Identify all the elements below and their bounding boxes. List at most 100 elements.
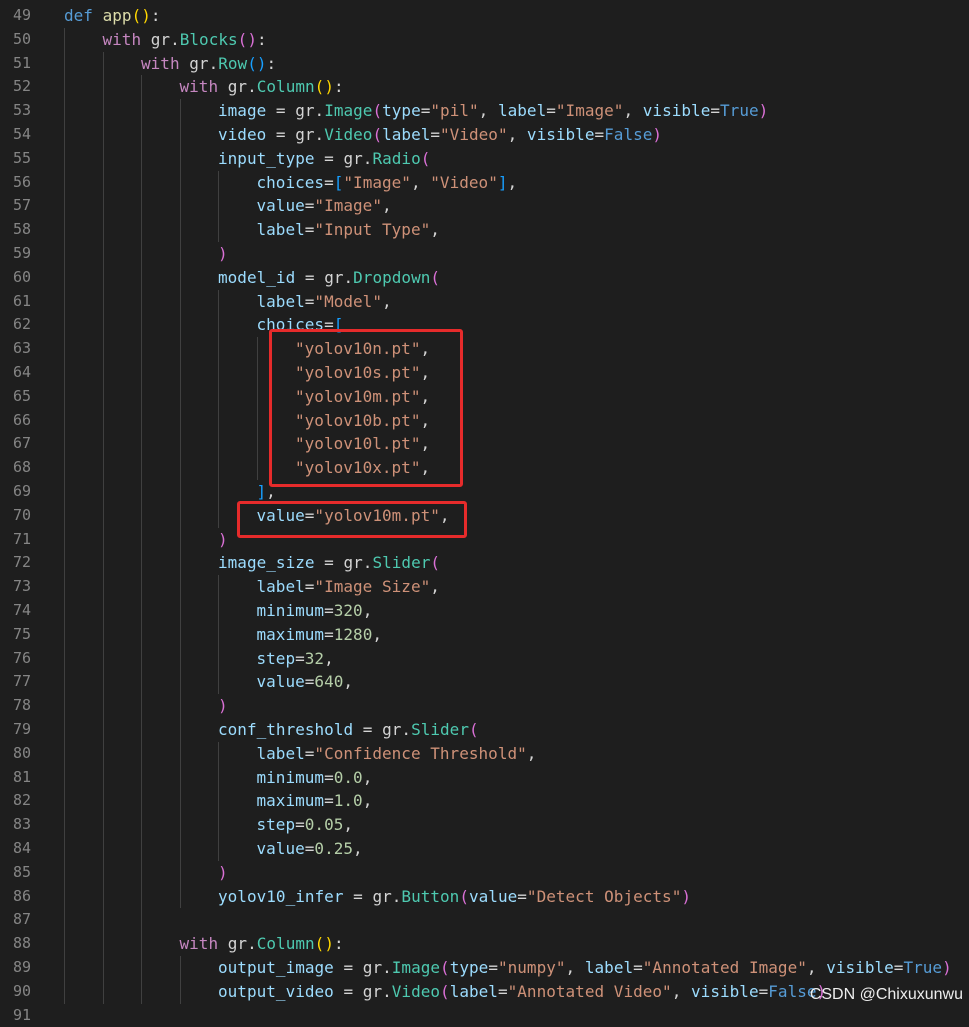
code-token: ( — [314, 77, 325, 97]
code-token: , — [507, 172, 518, 192]
code-line: 59) — [0, 242, 969, 266]
line-number: 86 — [12, 886, 31, 905]
code-line: 63 "yolov10n.pt", — [0, 337, 969, 361]
line-number: 61 — [12, 291, 31, 310]
line-code: label="Image Size", — [257, 575, 440, 599]
code-line: 84 value=0.25, — [0, 837, 969, 861]
code-token: : — [266, 53, 277, 73]
line-code: ], — [257, 480, 276, 504]
code-token: "Video" — [430, 172, 498, 192]
code-token: maximum — [256, 791, 325, 811]
code-token: "pil" — [430, 101, 479, 121]
code-token: ( — [430, 553, 441, 573]
line-code: input_type = gr.Radio( — [218, 147, 430, 171]
line-code: value="Image", — [257, 194, 392, 218]
line-number: 58 — [12, 220, 31, 239]
code-token: "yolov10l.pt" — [295, 434, 421, 454]
code-token: = — [324, 601, 334, 620]
code-line: 49 def app(): — [0, 4, 969, 28]
indent-guide — [218, 170, 219, 242]
code-token: , — [430, 220, 440, 240]
code-token: = — [304, 291, 315, 311]
line-code: ) — [218, 861, 228, 885]
code-token: [ — [333, 315, 344, 335]
code-token: 320 — [333, 601, 363, 620]
code-token: minimum — [256, 601, 325, 620]
code-token: = — [633, 958, 643, 977]
code-token: = — [420, 101, 431, 121]
line-code: yolov10_infer = gr.Button(value="Detect … — [218, 885, 691, 909]
line-number: 87 — [12, 910, 31, 929]
code-token: ( — [459, 886, 469, 906]
code-token: = — [304, 220, 315, 240]
indent-guide — [179, 99, 181, 909]
code-line: 53 image = gr.Image(type="pil", label="Im… — [0, 99, 969, 123]
code-token: app — [102, 6, 132, 25]
line-number: 64 — [12, 363, 31, 381]
code-token: Column — [256, 934, 315, 954]
line-code: label="Confidence Threshold", — [257, 742, 537, 766]
code-token: = — [893, 958, 904, 977]
code-editor[interactable]: 49 def app(): 50 with gr.Blocks(): 51 with gr… — [0, 0, 969, 1024]
code-token: Video — [391, 981, 441, 1001]
code-token: output_image — [218, 958, 334, 977]
line-number: 79 — [12, 720, 31, 738]
code-token: ) — [324, 77, 334, 97]
line-number: 57 — [12, 196, 31, 215]
line-code: label="Model", — [257, 290, 392, 314]
code-token: "Annotated Video" — [507, 981, 672, 1001]
code-line: 80 label="Confidence Threshold", — [0, 742, 969, 766]
line-code: "yolov10n.pt", — [295, 337, 430, 361]
code-token: ) — [681, 886, 692, 906]
line-number: 76 — [12, 648, 31, 667]
code-line: 62 choices=[ — [0, 313, 969, 337]
code-token: yolov10_infer — [218, 886, 344, 906]
code-token: = — [546, 101, 556, 121]
code-token: gr. — [218, 77, 257, 97]
code-token: output_video — [218, 981, 334, 1001]
code-token: = gr. — [295, 267, 354, 287]
line-number: 65 — [12, 386, 31, 405]
code-token: ] — [497, 172, 508, 192]
line-code: value=640, — [257, 670, 354, 694]
line-number: 66 — [12, 410, 31, 429]
code-line: 69], — [0, 480, 969, 504]
code-token: , — [420, 339, 431, 359]
line-code: def app(): — [64, 4, 161, 28]
code-token: Row — [218, 53, 248, 73]
line-code: image_size = gr.Slider( — [218, 551, 440, 575]
code-token: 0.05 — [304, 815, 344, 835]
code-token: ( — [372, 125, 383, 144]
code-token: , — [372, 624, 383, 644]
code-token: label — [382, 125, 431, 144]
line-code: with gr.Column(): — [180, 932, 344, 956]
code-token: image_size — [218, 553, 315, 573]
code-token: , — [420, 363, 431, 382]
code-token: "yolov10x.pt" — [295, 458, 421, 478]
code-line: 75 maximum=1280, — [0, 623, 969, 647]
code-line: 50 with gr.Blocks(): — [0, 28, 969, 52]
code-token: , — [526, 743, 537, 763]
code-token: ) — [758, 101, 769, 121]
code-token: ) — [218, 696, 228, 716]
code-line: 55 input_type = gr.Radio( — [0, 147, 969, 171]
code-token: , — [410, 172, 431, 192]
code-token: , — [507, 125, 527, 144]
code-token: "Model" — [314, 291, 382, 311]
code-line: 91 — [0, 1004, 969, 1027]
line-code: choices=["Image", "Video"], — [257, 171, 518, 195]
code-token: , — [353, 839, 363, 858]
line-number: 54 — [12, 125, 31, 143]
code-token: ( — [247, 53, 257, 73]
code-token: with — [141, 53, 180, 73]
indent-guide — [179, 956, 181, 1004]
line-code: "yolov10b.pt", — [295, 409, 430, 433]
code-token: = gr. — [266, 125, 325, 144]
code-token: : — [150, 6, 161, 25]
line-number: 51 — [12, 53, 31, 72]
line-code: conf_threshold = gr.Slider( — [218, 718, 479, 742]
code-token: model_id — [218, 267, 296, 287]
code-line: 60 model_id = gr.Dropdown( — [0, 266, 969, 290]
code-token: visible — [691, 981, 759, 1001]
line-number: 49 — [12, 6, 31, 24]
